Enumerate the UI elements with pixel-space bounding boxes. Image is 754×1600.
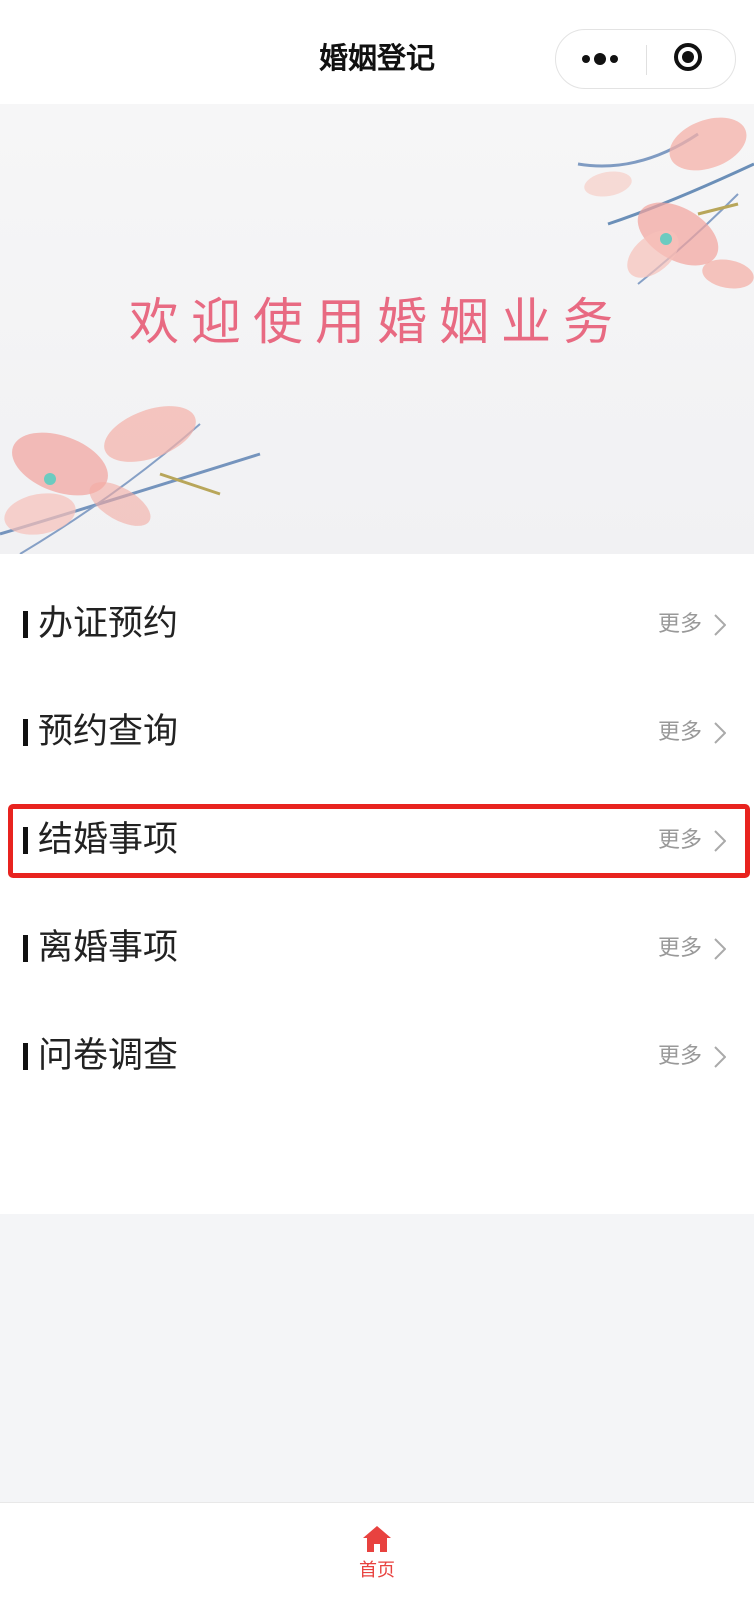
flower-decoration-icon <box>577 117 754 289</box>
bottom-tabbar: 首页 <box>0 1502 754 1600</box>
tab-home[interactable]: 首页 <box>347 1503 407 1599</box>
home-icon <box>363 1526 391 1552</box>
more-button[interactable] <box>556 30 646 88</box>
close-miniprogram-button[interactable] <box>647 30 735 88</box>
flower-decoration-icon <box>0 406 261 554</box>
list-item-appointment[interactable]: 办证预约 更多 <box>0 570 754 680</box>
more-link[interactable]: 更多 <box>658 610 702 640</box>
more-link[interactable]: 更多 <box>658 1042 702 1072</box>
chevron-right-icon <box>714 722 726 744</box>
list-item-survey[interactable]: 问卷调查 更多 <box>0 1002 754 1112</box>
list-item-label: 办证预约 <box>38 604 179 644</box>
title-accent-bar <box>23 935 28 962</box>
more-link[interactable]: 更多 <box>658 718 702 748</box>
welcome-banner: 欢迎使用婚姻业务 <box>0 104 754 554</box>
tab-home-label: 首页 <box>359 1560 395 1581</box>
list-item-divorce-matters[interactable]: 离婚事项 更多 <box>0 894 754 1004</box>
chevron-right-icon <box>714 938 726 960</box>
list-item-appointment-query[interactable]: 预约查询 更多 <box>0 678 754 788</box>
list-item-label: 预约查询 <box>38 712 179 752</box>
banner-welcome-text: 欢迎使用婚姻业务 <box>129 293 625 351</box>
list-item-label: 离婚事项 <box>38 928 179 968</box>
more-link[interactable]: 更多 <box>658 934 702 964</box>
title-accent-bar <box>23 719 28 746</box>
service-list: 办证预约 更多 预约查询 更多 结婚事项 更多 离婚事项 更多 问卷调查 更多 <box>0 554 754 1214</box>
title-accent-bar <box>23 1043 28 1070</box>
top-navbar: 婚姻登记 <box>0 0 754 104</box>
chevron-right-icon <box>714 614 726 636</box>
highlight-annotation-box <box>8 804 750 878</box>
list-item-label: 问卷调查 <box>38 1036 179 1076</box>
chevron-right-icon <box>714 1046 726 1068</box>
menu-capsule <box>555 29 736 89</box>
title-accent-bar <box>23 611 28 638</box>
more-dots-icon <box>582 55 590 63</box>
